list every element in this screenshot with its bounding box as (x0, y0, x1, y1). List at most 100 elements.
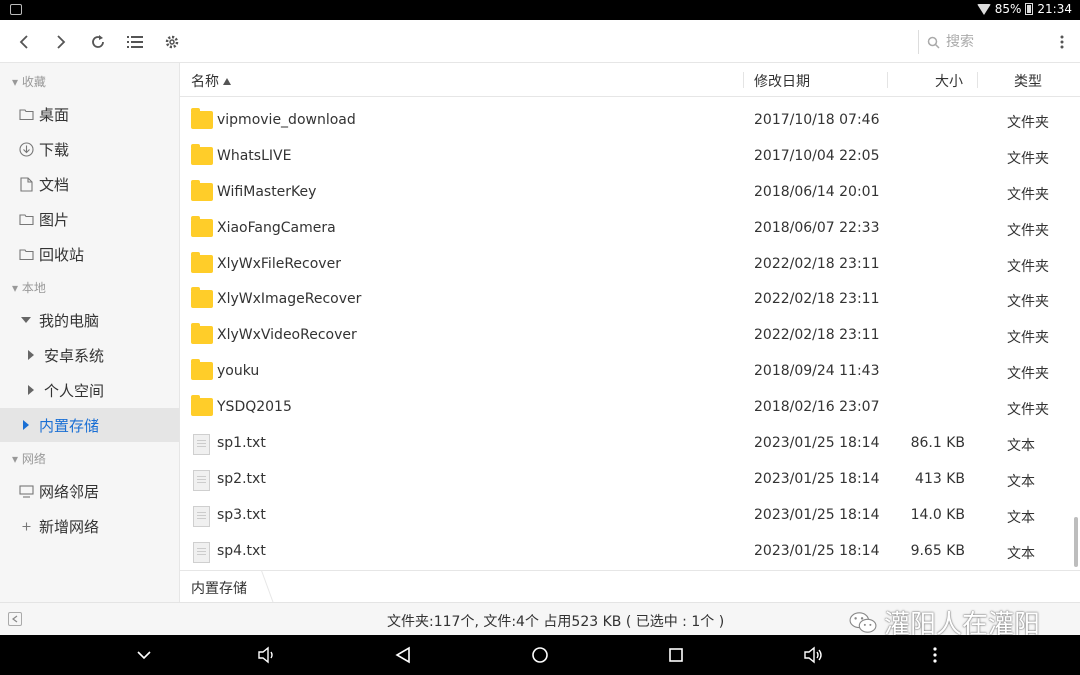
file-icon-wrap (191, 434, 210, 456)
volume-down-button[interactable] (254, 643, 278, 667)
download-icon (15, 141, 37, 157)
more-vertical-icon (1060, 35, 1064, 49)
text-file-icon (193, 505, 210, 527)
column-header-date[interactable]: 修改日期 (754, 71, 810, 91)
file-row[interactable]: WifiMasterKey 2018/06/14 20:01 文件夹 (180, 175, 1072, 211)
recents-button[interactable] (664, 643, 688, 667)
sidebar-item-label: 图片 (39, 210, 70, 229)
file-row[interactable]: sp2.txt 2023/01/25 18:14 413 KB 文本 (180, 462, 1072, 498)
sidebar-item-pictures[interactable]: 图片 (0, 202, 179, 236)
breadcrumb-item[interactable]: 内置存储 (191, 578, 247, 598)
more-options-button[interactable] (1050, 30, 1074, 54)
search-input[interactable] (946, 34, 1026, 50)
hide-keyboard-button[interactable] (132, 643, 156, 667)
section-favorites-header[interactable]: ▾ 收藏 (12, 73, 46, 90)
plus-icon (15, 522, 37, 531)
breadcrumb: 内置存储 (180, 570, 1080, 603)
chevron-right-icon (57, 35, 66, 49)
sidebar-item-label: 我的电脑 (39, 311, 100, 330)
section-label: 网络 (21, 452, 46, 466)
column-divider[interactable] (977, 72, 978, 88)
file-size: 14.0 KB (910, 506, 965, 523)
list-scrollbar[interactable] (1074, 517, 1078, 567)
volume-icon (258, 646, 273, 664)
sidebar-item-documents[interactable]: 文档 (0, 167, 179, 201)
section-network-header[interactable]: ▾ 网络 (12, 450, 46, 467)
file-row[interactable]: XlyWxImageRecover 2022/02/18 23:11 文件夹 (180, 282, 1072, 318)
file-date: 2018/06/14 20:01 (754, 183, 880, 200)
file-date: 2017/10/18 07:46 (754, 112, 880, 128)
file-row[interactable]: youku 2018/09/24 11:43 文件夹 (180, 354, 1072, 390)
file-date: 2022/02/18 23:11 (754, 327, 880, 344)
sidebar-item-label: 内置存储 (39, 416, 100, 435)
nav-more-button[interactable] (923, 643, 947, 667)
status-text: 文件夹:117个, 文件:4个 占用523 KB ( 已选中 : 1个 ) (387, 614, 725, 630)
sidebar-item-internal-storage[interactable]: 内置存储 (0, 408, 179, 442)
sidebar-item-downloads[interactable]: 下载 (0, 132, 179, 166)
file-icon-wrap (191, 323, 213, 345)
file-icon-wrap (191, 251, 213, 273)
sidebar-item-network-neighborhood[interactable]: 网络邻居 (0, 474, 179, 508)
chevron-down-icon (137, 651, 151, 660)
sidebar-item-android-system[interactable]: 安卓系统 (0, 338, 179, 372)
folder-icon (191, 359, 213, 381)
view-mode-button[interactable] (123, 30, 147, 54)
file-date: 2018/09/24 11:43 (754, 363, 880, 380)
caret-right-icon (15, 419, 37, 431)
column-header-type[interactable]: 类型 (1014, 71, 1042, 91)
back-button[interactable] (12, 30, 36, 54)
collapse-sidebar-button[interactable] (8, 612, 22, 626)
sidebar-item-add-network[interactable]: 新增网络 (0, 509, 179, 543)
back-nav-button[interactable] (391, 643, 415, 667)
file-row[interactable]: XiaoFangCamera 2018/06/07 22:33 文件夹 (180, 211, 1072, 247)
sidebar-item-desktop[interactable]: 桌面 (0, 97, 179, 131)
sidebar-item-label: 下载 (39, 140, 70, 159)
gallery-notification-icon (10, 4, 22, 15)
file-date: 2022/02/18 23:11 (754, 291, 880, 308)
sidebar: ▾ 收藏 桌面 下载 文档 图片 回收站 ▾ 本地 我的电脑 安卓系统 个人空间… (0, 63, 180, 602)
chevron-left-icon (19, 35, 28, 49)
file-date: 2018/06/07 22:33 (754, 219, 880, 236)
file-type: 文本 (1007, 509, 1035, 526)
section-local-header[interactable]: ▾ 本地 (12, 279, 46, 296)
column-divider[interactable] (887, 72, 888, 88)
file-row[interactable]: XlyWxVideoRecover 2022/02/18 23:11 文件夹 (180, 318, 1072, 354)
file-icon-wrap (191, 541, 210, 563)
document-icon (15, 176, 37, 192)
file-icon-wrap (191, 469, 210, 491)
file-row[interactable]: XlyWxFileRecover 2022/02/18 23:11 文件夹 (180, 247, 1072, 283)
forward-button[interactable] (49, 30, 73, 54)
column-divider[interactable] (743, 72, 744, 88)
caret-right-icon (20, 349, 42, 361)
home-button[interactable] (528, 643, 552, 667)
folder-icon (191, 179, 213, 201)
file-row[interactable]: sp3.txt 2023/01/25 18:14 14.0 KB 文本 (180, 498, 1072, 534)
sidebar-item-label: 回收站 (39, 245, 85, 264)
file-type: 文本 (1007, 473, 1035, 490)
file-size: 86.1 KB (910, 435, 965, 452)
file-name: sp2.txt (217, 470, 266, 487)
sidebar-item-recycle-bin[interactable]: 回收站 (0, 237, 179, 271)
column-header-name[interactable]: 名称 (191, 71, 232, 91)
column-header-size[interactable]: 大小 (935, 71, 963, 91)
sidebar-item-my-computer[interactable]: 我的电脑 (0, 303, 179, 337)
collapse-icon (12, 615, 18, 623)
section-label: 本地 (21, 281, 46, 295)
file-type: 文件夹 (1007, 186, 1049, 203)
search-box[interactable] (918, 30, 1033, 54)
search-icon (927, 36, 940, 49)
toolbar (0, 20, 1080, 63)
settings-button[interactable] (160, 30, 184, 54)
file-date: 2023/01/25 18:14 (754, 435, 880, 452)
file-row[interactable]: sp4.txt 2023/01/25 18:14 9.65 KB 文本 (180, 534, 1072, 570)
file-type: 文件夹 (1007, 366, 1049, 383)
file-row[interactable]: WhatsLIVE 2017/10/04 22:05 文件夹 (180, 139, 1072, 175)
file-row[interactable]: sp1.txt 2023/01/25 18:14 86.1 KB 文本 (180, 426, 1072, 462)
refresh-button[interactable] (86, 30, 110, 54)
file-row[interactable]: YSDQ2015 2018/02/16 23:07 文件夹 (180, 390, 1072, 426)
file-icon-wrap (191, 179, 213, 201)
image-icon (15, 213, 37, 225)
volume-up-button[interactable] (801, 643, 825, 667)
file-row[interactable]: vipmovie_download 2017/10/18 07:46 文件夹 (180, 103, 1072, 139)
sidebar-item-personal-space[interactable]: 个人空间 (0, 373, 179, 407)
